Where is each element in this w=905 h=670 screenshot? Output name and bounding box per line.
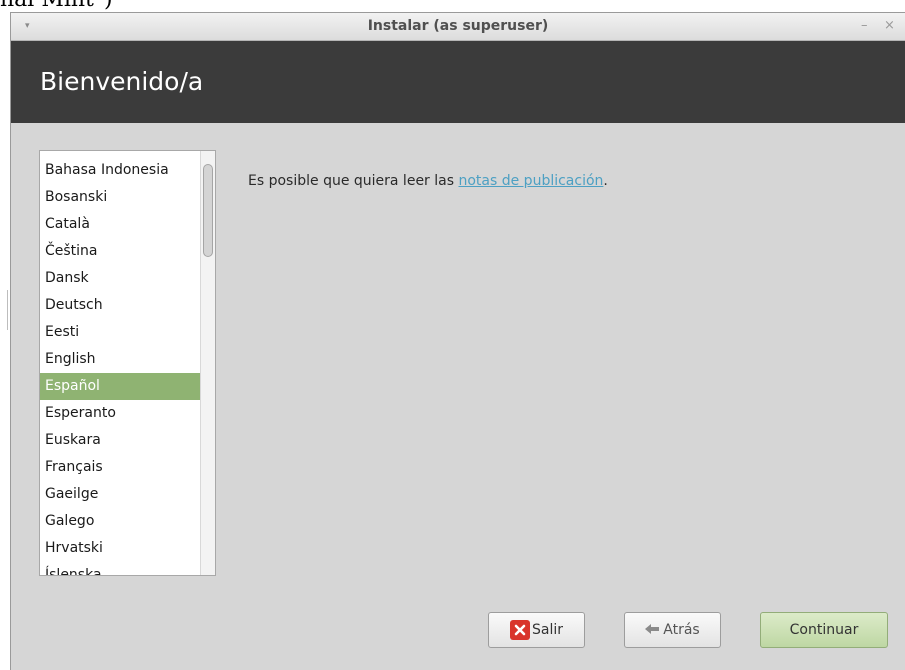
back-button-label: Atrás (663, 622, 700, 638)
language-item[interactable]: Čeština (40, 238, 202, 265)
background-title-text: nal Mint") (0, 0, 113, 12)
minimize-icon[interactable]: – (861, 18, 868, 33)
release-notes-message: Es posible que quiera leer las notas de … (248, 173, 608, 189)
language-item[interactable]: English (40, 346, 202, 373)
page-title: Bienvenido/a (40, 67, 204, 96)
language-item[interactable]: Català (40, 211, 202, 238)
language-item[interactable]: Gaeilge (40, 481, 202, 508)
language-item[interactable]: Hrvatski (40, 535, 202, 562)
background-window-title-fragment: nal Mint") (0, 0, 905, 12)
language-item[interactable]: Galego (40, 508, 202, 535)
release-notes-prefix: Es posible que quiera leer las (248, 173, 459, 189)
release-notes-suffix: . (603, 173, 608, 189)
continue-button-label: Continuar (789, 622, 859, 638)
quit-button[interactable]: Salir (488, 612, 585, 648)
language-item[interactable]: Français (40, 454, 202, 481)
arrow-left-icon (645, 623, 660, 637)
close-x-icon (509, 620, 530, 640)
continue-button[interactable]: Continuar (760, 612, 888, 648)
language-item[interactable]: Dansk (40, 265, 202, 292)
language-item[interactable]: Deutsch (40, 292, 202, 319)
language-list-scrollbar[interactable] (200, 151, 215, 575)
language-item[interactable]: Español (40, 373, 202, 400)
installer-window: ▾ Instalar (as superuser) – × Bienvenido… (10, 12, 905, 670)
language-item[interactable]: Íslenska (40, 562, 202, 575)
release-notes-link[interactable]: notas de publicación (458, 173, 603, 189)
background-window-edge (7, 290, 8, 330)
language-item[interactable]: Eesti (40, 319, 202, 346)
title-bar[interactable]: ▾ Instalar (as superuser) – × (11, 13, 905, 41)
back-button[interactable]: Atrás (624, 612, 721, 648)
language-item[interactable]: Euskara (40, 427, 202, 454)
language-item[interactable]: Bahasa Indonesia (40, 157, 202, 184)
window-title: Instalar (as superuser) (367, 18, 549, 34)
scrollbar-thumb[interactable] (203, 164, 213, 257)
language-item[interactable]: Bosanski (40, 184, 202, 211)
language-list[interactable]: Bahasa Indonesia Bosanski Català Čeština Dan… (39, 150, 216, 576)
quit-button-label: Salir (531, 622, 563, 638)
language-list-items: Bahasa Indonesia Bosanski Català Čeština Dan… (40, 157, 202, 575)
close-window-icon[interactable]: × (884, 18, 895, 33)
page-header: Bienvenido/a (11, 41, 905, 123)
language-item[interactable]: Esperanto (40, 400, 202, 427)
